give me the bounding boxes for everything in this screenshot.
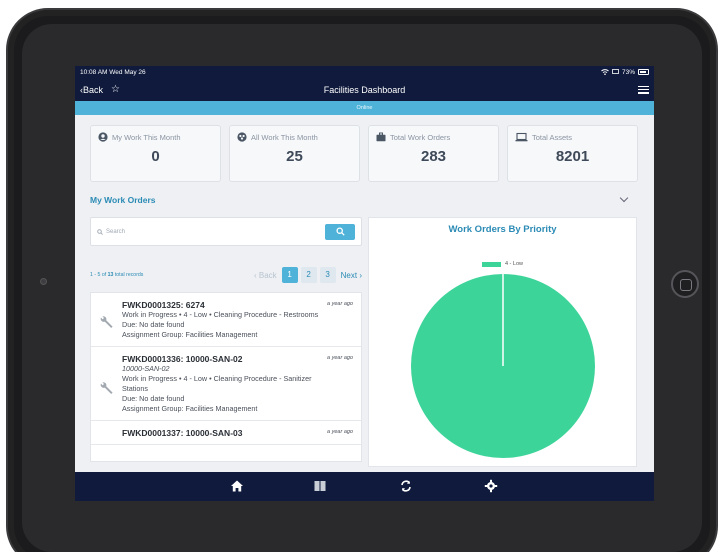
stat-label: My Work This Month (112, 132, 181, 142)
book-icon[interactable] (313, 479, 327, 493)
status-bar: 10:08 AM Wed May 26 73% (75, 66, 654, 78)
pager-row: 1 - 5 of 13 total records ‹ Back 1 2 3 N… (90, 266, 362, 284)
search-icon (97, 228, 103, 235)
work-order-title: FWKD0001337: 10000-SAN-03 (122, 428, 243, 438)
stat-value: 0 (151, 148, 160, 165)
search-placeholder: Search (106, 228, 126, 235)
chevron-down-icon[interactable] (619, 193, 629, 203)
stat-card-my-work[interactable]: My Work This Month 0 (90, 125, 221, 182)
camera-icon (40, 278, 47, 285)
laptop-icon (515, 132, 528, 142)
record-suffix: total records (114, 272, 144, 278)
work-order-subtitle: 10000-SAN-02 (122, 364, 170, 373)
stat-value: 8201 (555, 148, 590, 165)
page-button-2[interactable]: 2 (300, 267, 317, 283)
work-order-detail-cont: Stations (122, 384, 148, 393)
work-order-list: FWKD0001325: 6274 a year ago Work in Pro… (90, 292, 362, 462)
work-order-due: Due: No date found (122, 394, 185, 403)
work-order-title: FWKD0001325: 6274 (122, 300, 205, 310)
dashboard-content: My Work This Month 0 All Work This Month… (75, 115, 654, 467)
work-order-title: FWKD0001336: 10000-SAN-02 (122, 354, 243, 364)
stage: 10:08 AM Wed May 26 73% ‹Back ☆ Faciliti… (0, 0, 720, 552)
section-title: My Work Orders (90, 195, 156, 205)
stat-card-header: Total Assets (515, 132, 630, 142)
screen-mirror-icon (612, 69, 619, 74)
wrench-icon (100, 382, 113, 394)
work-orders-panel: Search 1 - 5 of 13 total records ‹ Back … (90, 217, 362, 467)
sync-icon[interactable] (399, 479, 413, 493)
record-range: 1 - 5 (90, 272, 101, 278)
panels: Search 1 - 5 of 13 total records ‹ Back … (90, 217, 639, 467)
menu-icon[interactable] (638, 85, 649, 94)
stat-card-all-work[interactable]: All Work This Month 25 (229, 125, 360, 182)
user-circle-icon (98, 132, 108, 142)
work-order-detail: Work in Progress • 4 - Low • Cleaning Pr… (122, 310, 319, 319)
back-button[interactable]: ‹Back (80, 85, 103, 95)
search-input[interactable]: Search (97, 229, 125, 235)
legend-swatch (481, 261, 501, 267)
work-order-time: a year ago (327, 355, 353, 361)
connection-status: Online (75, 101, 654, 115)
briefcase-icon (376, 132, 386, 142)
status-time: 10:08 AM (80, 68, 108, 76)
chart-title: Work Orders By Priority (448, 224, 557, 235)
home-button[interactable] (671, 270, 699, 298)
pie-chart (411, 274, 595, 458)
search-icon (335, 227, 345, 236)
chart-legend: 4 - Low (369, 261, 636, 267)
wifi-icon (601, 69, 609, 75)
page-title: Facilities Dashboard (323, 84, 406, 95)
status-left: 10:08 AM Wed May 26 (80, 69, 146, 76)
work-order-group: Assignment Group: Facilities Management (122, 404, 258, 413)
battery-percent: 73% (621, 68, 635, 76)
bottom-tab-bar (75, 472, 654, 501)
work-order-time: a year ago (327, 301, 353, 307)
record-total: 13 (107, 272, 114, 278)
stat-card-total-work-orders[interactable]: Total Work Orders 283 (368, 125, 499, 182)
list-item[interactable]: FWKD0001337: 10000-SAN-03 a year ago (91, 421, 361, 445)
stat-value: 283 (420, 148, 447, 165)
page-button-1[interactable]: 1 (281, 267, 298, 283)
wrench-icon (100, 316, 113, 328)
page-button-3[interactable]: 3 (319, 267, 336, 283)
search-bar: Search (90, 217, 362, 246)
group-circle-icon (237, 132, 247, 142)
search-button[interactable] (325, 223, 355, 240)
list-item[interactable]: FWKD0001336: 10000-SAN-02 a year ago 100… (91, 347, 361, 421)
record-of: of (101, 272, 107, 278)
stat-card-header: My Work This Month (98, 132, 213, 142)
back-label: Back (83, 84, 104, 95)
status-right: 73% (601, 69, 649, 76)
priority-chart-panel: Work Orders By Priority 4 - Low (368, 217, 637, 467)
work-order-due: Due: No date found (122, 320, 185, 329)
work-order-detail: Work in Progress • 4 - Low • Cleaning Pr… (122, 374, 312, 383)
nav-bar: ‹Back ☆ Facilities Dashboard (75, 78, 654, 101)
stat-card-header: Total Work Orders (376, 132, 491, 142)
page-back-button[interactable]: ‹ Back (254, 271, 277, 280)
stat-card-header: All Work This Month (237, 132, 352, 142)
stat-label: All Work This Month (251, 132, 318, 142)
stat-label: Total Work Orders (390, 132, 451, 142)
star-icon[interactable]: ☆ (111, 84, 120, 95)
work-order-group: Assignment Group: Facilities Management (122, 330, 258, 339)
home-icon[interactable] (230, 479, 244, 493)
page-next-button[interactable]: Next › (341, 271, 362, 280)
status-date: Wed May 26 (109, 68, 146, 76)
pie-chart-wrap (410, 273, 596, 464)
section-header: My Work Orders (90, 193, 639, 207)
stat-cards: My Work This Month 0 All Work This Month… (90, 125, 639, 182)
stat-card-total-assets[interactable]: Total Assets 8201 (507, 125, 638, 182)
list-item[interactable]: FWKD0001325: 6274 a year ago Work in Pro… (91, 293, 361, 347)
pagination: ‹ Back 1 2 3 Next › (254, 267, 362, 283)
legend-label: 4 - Low (504, 261, 524, 267)
battery-icon (638, 69, 649, 75)
stat-label: Total Assets (532, 132, 573, 142)
record-count: 1 - 5 of 13 total records (90, 272, 143, 278)
nav-left: ‹Back ☆ (80, 84, 120, 95)
work-order-time: a year ago (327, 429, 353, 435)
gear-icon[interactable] (484, 479, 498, 493)
stat-value: 25 (286, 148, 303, 165)
app-screen: 10:08 AM Wed May 26 73% ‹Back ☆ Faciliti… (75, 66, 654, 501)
